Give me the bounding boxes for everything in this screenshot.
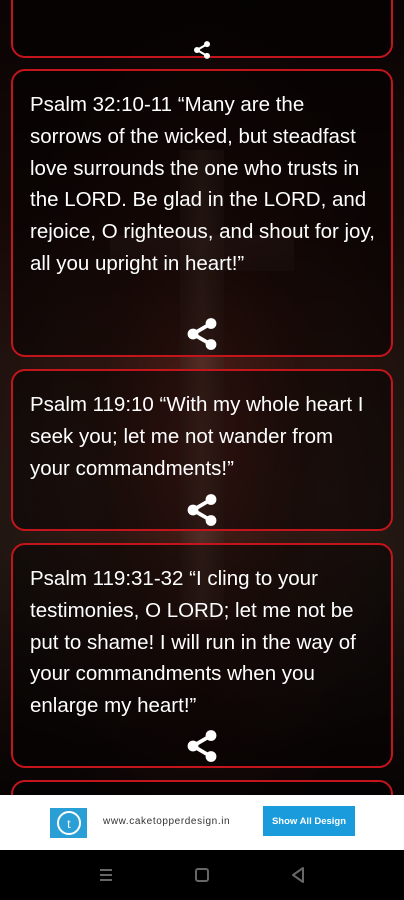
verse-text: Psalm 119:10 “With my whole heart I seek… (30, 393, 364, 480)
cake-topper-logo-icon[interactable]: t (50, 808, 87, 838)
verse-card: Psalm 119:31-32 “I cling to your testimo… (11, 543, 393, 768)
home-square-icon[interactable] (191, 864, 213, 886)
svg-text:t: t (67, 817, 71, 832)
share-icon[interactable] (184, 316, 220, 352)
back-triangle-icon[interactable] (287, 864, 309, 886)
verse-card-partial-top (11, 0, 393, 59)
verse-card: Psalm 119:10 “With my whole heart I seek… (11, 369, 393, 531)
verse-card: Psalm 32:10-11 “Many are the sorrows of … (11, 69, 393, 357)
verse-text: Psalm 119:31-32 “I cling to your testimo… (30, 567, 356, 718)
share-icon[interactable] (184, 32, 220, 68)
share-icon[interactable] (184, 492, 220, 528)
verse-card-partial-bottom (11, 780, 393, 795)
share-icon[interactable] (184, 728, 220, 764)
menu-icon[interactable] (95, 864, 117, 886)
verse-text: Psalm 32:10-11 “Many are the sorrows of … (30, 93, 375, 275)
show-all-design-button[interactable]: Show All Design (263, 806, 355, 836)
background-image: Psalm 32:10-11 “Many are the sorrows of … (0, 0, 404, 795)
ad-url-text: www.caketopperdesign.in (103, 816, 231, 827)
